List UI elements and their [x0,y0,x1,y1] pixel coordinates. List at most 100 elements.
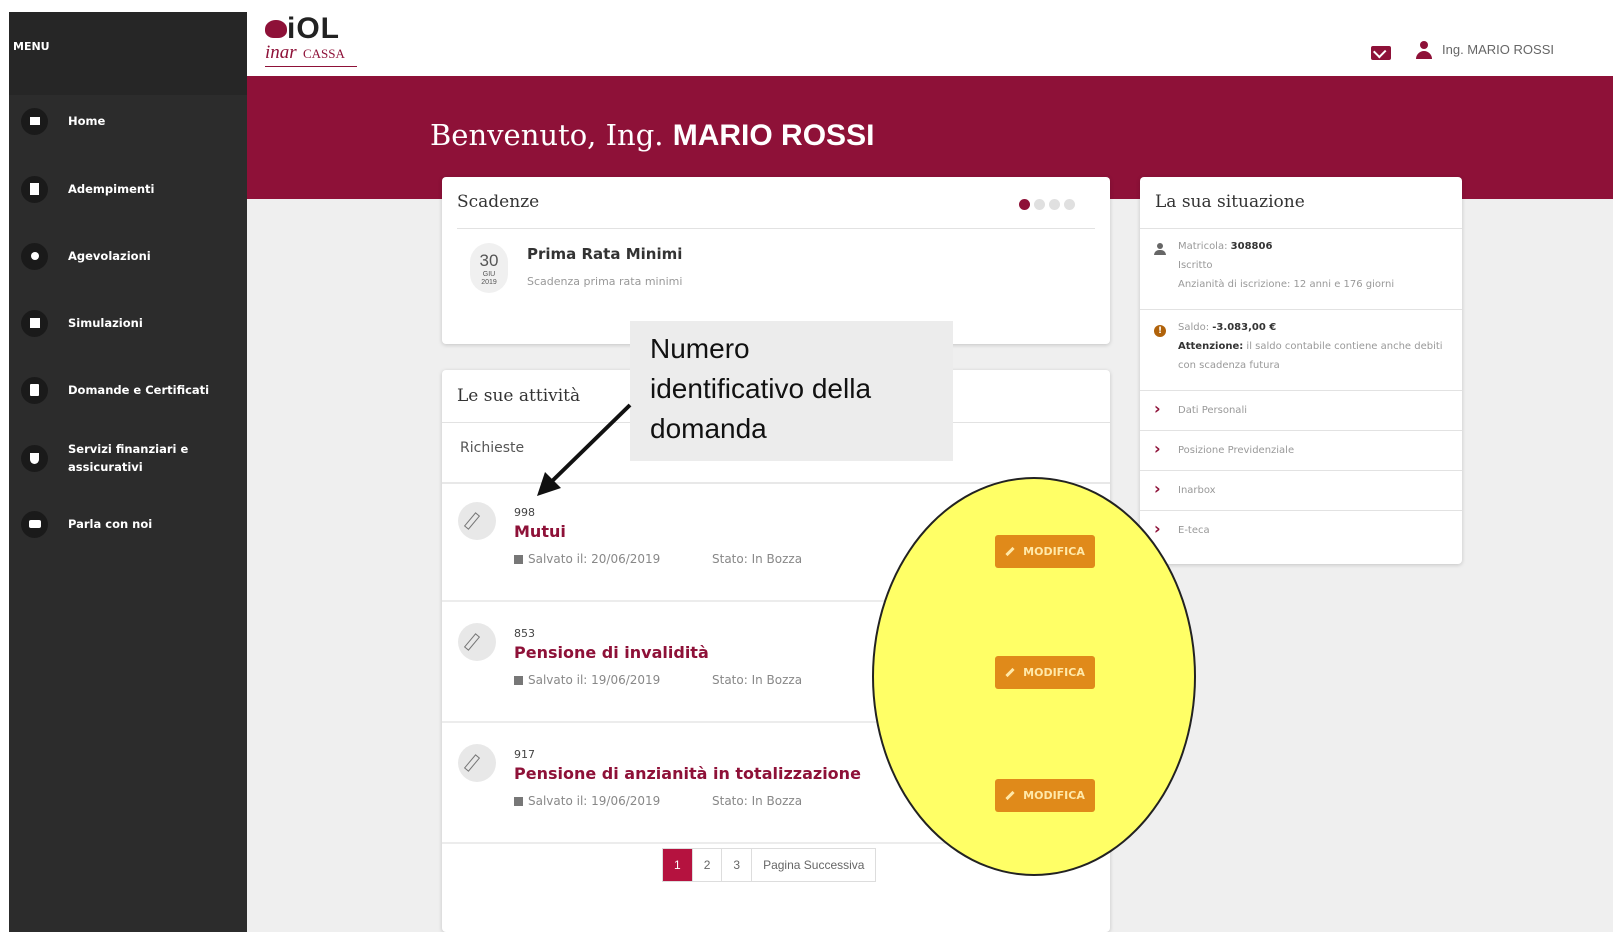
page-1-button[interactable]: 1 [663,849,693,881]
page-root: { "sidebar": { "menu_label": "MENU", "it… [0,0,1613,932]
pencil-icon [1005,667,1015,678]
mail-icon[interactable] [1371,46,1391,60]
callout-line-3: domanda [650,413,767,444]
request-date-text: Salvato il: 19/06/2019 [528,673,661,687]
situazione-card: La sua situazione Matricola: 308806 Iscr… [1140,177,1462,564]
user-icon[interactable] [1415,41,1433,61]
status-iscritto: Iscritto [1178,260,1213,271]
situazione-title: La sua situazione [1155,192,1305,212]
logo-underline [265,66,357,67]
calendar-icon [514,676,523,685]
logo-inar-text: inar [265,42,297,63]
menu-label: MENU [13,40,50,53]
logo-drop-icon [265,20,287,38]
page-3-button[interactable]: 3 [722,849,753,881]
modify-label: MODIFICA [1023,545,1085,558]
modify-label: MODIFICA [1023,789,1085,802]
annotation-callout: Numero identificativo della domanda [630,321,953,461]
chevron-right-icon: › [1154,519,1161,538]
carousel-dot-3[interactable] [1049,199,1060,210]
sidebar-item-label: Domande e Certificati [68,383,210,397]
annotation-arrow [537,403,632,496]
next-page-button[interactable]: Pagina Successiva [752,849,876,881]
top-bar: iOL inar CASSA Ing. MARIO ROSSI [247,0,1613,76]
carousel-dot-4[interactable] [1064,199,1075,210]
sidebar-item-label: Parla con noi [68,517,153,531]
scadenze-title: Scadenze [457,192,540,212]
page-2-button[interactable]: 2 [692,849,723,881]
welcome-heading: Benvenuto, Ing. MARIO ROSSI [430,118,874,153]
link-dati-personali[interactable]: › Dati Personali [1140,391,1462,430]
deadline-year: 2019 [481,279,497,286]
sidebar-item-home[interactable]: Home [9,96,247,146]
pencil-icon [458,744,496,782]
saldo-row: ! Saldo: -3.083,00 € Attenzione: il sald… [1140,310,1462,390]
logo-cassa-text: CASSA [303,46,345,61]
pencil-icon [458,502,496,540]
carousel-dot-2[interactable] [1034,199,1045,210]
request-state: Stato: In Bozza [712,794,803,808]
sidebar-item-label: Simulazioni [68,316,143,330]
anzianita-text: Anzianità di iscrizione: 12 anni e 176 g… [1178,279,1395,290]
deadline-date-badge: 30 GIU 2019 [470,243,508,293]
home-icon [21,107,48,135]
request-date-text: Salvato il: 19/06/2019 [528,794,661,808]
attenzione-label: Attenzione: [1178,341,1244,352]
link-inarbox[interactable]: › Inarbox [1140,471,1462,510]
sidebar-item-agevolazioni[interactable]: Agevolazioni [9,231,247,281]
link-label: Dati Personali [1178,405,1247,416]
callout-text: Numero identificativo della domanda [650,329,871,449]
arrow-shaft [543,403,632,490]
request-number: 917 [514,748,535,761]
chevron-right-icon: › [1154,399,1161,418]
requests-tab[interactable]: Richieste [460,440,524,456]
welcome-prefix: Benvenuto, Ing. [430,118,664,152]
link-eteca[interactable]: › E-teca [1140,511,1462,550]
request-state: Stato: In Bozza [712,673,803,687]
modify-button[interactable]: MODIFICA [995,656,1095,689]
sidebar-item-label: Agevolazioni [68,249,151,263]
request-title[interactable]: Pensione di anzianità in totalizzazione [514,764,861,783]
request-number: 998 [514,506,535,519]
modify-button[interactable]: MODIFICA [995,535,1095,568]
request-date-text: Salvato il: 20/06/2019 [528,552,661,566]
inarcassa-logo[interactable]: iOL inar CASSA [265,12,365,70]
link-posizione-previdenziale[interactable]: › Posizione Previdenziale [1140,431,1462,470]
sidebar-item-adempimenti[interactable]: Adempimenti [9,164,247,214]
welcome-user-name: MARIO ROSSI [672,119,875,152]
calendar-icon [514,797,523,806]
saldo-value: -3.083,00 € [1212,322,1277,333]
shield-icon [21,444,48,472]
scadenze-card: Scadenze 30 GIU 2019 Prima Rata Minimi S… [442,177,1110,344]
logo-iol-text: iOL [287,12,340,45]
sidebar-item-parla[interactable]: Parla con noi [9,499,247,549]
carousel-dot-1[interactable] [1019,199,1030,210]
deadline-subtitle: Scadenza prima rata minimi [527,275,683,288]
pencil-icon [1005,546,1015,557]
chevron-right-icon: › [1154,479,1161,498]
request-number: 853 [514,627,535,640]
sidebar-item-servizi[interactable]: Servizi finanziari e assicurativi [9,433,247,483]
deadline-title[interactable]: Prima Rata Minimi [527,245,682,263]
document-icon [21,376,48,404]
chevron-right-icon: › [1154,439,1161,458]
deadline-month: GIU [482,271,496,278]
modify-label: MODIFICA [1023,666,1085,679]
deadline-day: 30 [479,251,499,270]
pencil-icon [1005,790,1015,801]
sidebar-item-simulazioni[interactable]: Simulazioni [9,298,247,348]
modify-button[interactable]: MODIFICA [995,779,1095,812]
request-title[interactable]: Pensione di invalidità [514,643,709,662]
calendar-icon [514,555,523,564]
sidebar-item-domande[interactable]: Domande e Certificati [9,365,247,415]
carousel-dots[interactable] [1019,199,1075,210]
sidebar: MENU Home Adempimenti Agevolazioni Simul… [9,12,247,932]
request-title[interactable]: Mutui [514,522,566,541]
matricola-row: Matricola: 308806 Iscritto Anzianità di … [1140,229,1462,309]
sidebar-item-label: Home [68,114,106,128]
saldo-label: Saldo: [1178,322,1210,333]
request-date: Salvato il: 20/06/2019 [514,552,660,566]
user-name-link[interactable]: Ing. MARIO ROSSI [1442,42,1554,57]
sidebar-item-label: Adempimenti [68,182,155,196]
callout-line-1: Numero [650,333,750,364]
